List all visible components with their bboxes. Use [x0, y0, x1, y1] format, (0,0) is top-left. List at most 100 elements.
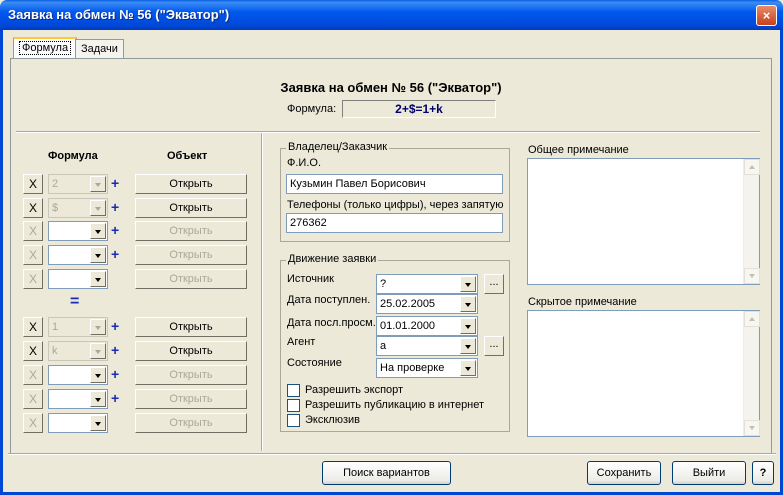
- open-object-button[interactable]: Открыть: [135, 269, 247, 289]
- chevron-down-icon[interactable]: [90, 247, 106, 263]
- tab-formula[interactable]: Формула: [13, 37, 78, 59]
- open-object-button[interactable]: Открыть: [135, 365, 247, 385]
- source-browse-button[interactable]: ...: [484, 274, 504, 294]
- agent-select[interactable]: a: [376, 336, 478, 356]
- agent-browse-button[interactable]: ...: [484, 336, 504, 356]
- plus-sign: +: [111, 222, 120, 238]
- scroll-up-icon[interactable]: [744, 311, 760, 327]
- remove-row-button[interactable]: X: [23, 245, 43, 265]
- fio-field[interactable]: Кузьмин Павел Борисович: [286, 174, 503, 194]
- owner-group-legend: Владелец/Заказчик: [286, 141, 390, 153]
- chevron-down-icon[interactable]: [90, 223, 106, 239]
- chevron-down-icon[interactable]: [460, 318, 476, 334]
- exit-button[interactable]: Выйти: [672, 461, 746, 485]
- open-object-button[interactable]: Открыть: [135, 245, 247, 265]
- scroll-up-icon[interactable]: [744, 159, 760, 175]
- close-icon[interactable]: ×: [756, 5, 777, 26]
- exclusive-checkbox[interactable]: [287, 414, 300, 427]
- save-button[interactable]: Сохранить: [587, 461, 661, 485]
- plus-sign: +: [111, 366, 120, 382]
- open-object-button[interactable]: Открыть: [135, 317, 247, 337]
- scroll-down-icon[interactable]: [744, 420, 760, 436]
- remove-row-button[interactable]: X: [23, 198, 43, 218]
- formula-operand-combo[interactable]: 1: [48, 317, 108, 337]
- formula-column-header: Формула: [48, 150, 98, 162]
- phones-label: Телефоны (только цифры), через запятую: [287, 199, 504, 211]
- remove-row-button[interactable]: X: [23, 365, 43, 385]
- chevron-down-icon[interactable]: [90, 200, 106, 216]
- remove-row-button[interactable]: X: [23, 341, 43, 361]
- chevron-down-icon[interactable]: [460, 360, 476, 376]
- state-label: Состояние: [287, 357, 342, 369]
- chevron-down-icon[interactable]: [90, 319, 106, 335]
- scrollbar[interactable]: [743, 311, 760, 436]
- open-object-button[interactable]: Открыть: [135, 174, 247, 194]
- remove-row-button[interactable]: X: [23, 174, 43, 194]
- received-date-picker[interactable]: 25.02.2005: [376, 294, 478, 314]
- operand-value: k: [52, 345, 58, 357]
- scrollbar[interactable]: [743, 159, 760, 284]
- open-object-button[interactable]: Открыть: [135, 413, 247, 433]
- plus-sign: +: [111, 175, 120, 191]
- remove-row-button[interactable]: X: [23, 317, 43, 337]
- chevron-down-icon[interactable]: [90, 415, 106, 431]
- search-variants-button[interactable]: Поиск вариантов: [322, 461, 451, 485]
- formula-operand-combo[interactable]: k: [48, 341, 108, 361]
- help-button[interactable]: ?: [752, 461, 774, 485]
- plus-sign: +: [111, 390, 120, 406]
- received-date-value: 25.02.2005: [380, 298, 436, 310]
- open-object-button[interactable]: Открыть: [135, 221, 247, 241]
- formula-operand-combo[interactable]: $: [48, 198, 108, 218]
- chevron-down-icon[interactable]: [460, 296, 476, 312]
- plus-sign: +: [111, 199, 120, 215]
- source-select[interactable]: ?: [376, 274, 478, 294]
- allow-publish-label: Разрешить публикацию в интернет: [305, 399, 485, 411]
- chevron-down-icon[interactable]: [90, 176, 106, 192]
- tab-formula-label: Формула: [19, 41, 72, 55]
- state-select[interactable]: На проверке: [376, 358, 478, 378]
- scroll-down-icon[interactable]: [744, 268, 760, 284]
- remove-row-button[interactable]: X: [23, 389, 43, 409]
- state-value: На проверке: [380, 362, 445, 374]
- agent-label: Агент: [287, 336, 316, 348]
- last-view-date-picker[interactable]: 01.01.2000: [376, 316, 478, 336]
- open-object-button[interactable]: Открыть: [135, 389, 247, 409]
- formula-operand-combo[interactable]: [48, 413, 108, 433]
- formula-operand-combo[interactable]: 2: [48, 174, 108, 194]
- remove-row-button[interactable]: X: [23, 413, 43, 433]
- chevron-down-icon[interactable]: [90, 343, 106, 359]
- formula-operand-combo[interactable]: [48, 269, 108, 289]
- operand-value: 1: [52, 321, 59, 333]
- plus-sign: +: [111, 342, 120, 358]
- allow-export-label: Разрешить экспорт: [305, 384, 404, 396]
- operand-value: $: [52, 202, 59, 214]
- plus-sign: +: [111, 318, 120, 334]
- allow-export-checkbox[interactable]: [287, 384, 300, 397]
- chevron-down-icon[interactable]: [460, 276, 476, 292]
- formula-operand-combo[interactable]: [48, 221, 108, 241]
- formula-operand-combo[interactable]: [48, 365, 108, 385]
- formula-operand-combo[interactable]: [48, 245, 108, 265]
- last-view-date-label: Дата посл.просм.: [287, 317, 376, 329]
- chevron-down-icon[interactable]: [90, 367, 106, 383]
- remove-row-button[interactable]: X: [23, 221, 43, 241]
- tab-tasks[interactable]: Задачи: [75, 39, 124, 58]
- fio-label: Ф.И.О.: [287, 157, 321, 169]
- chevron-down-icon[interactable]: [460, 338, 476, 354]
- phones-field[interactable]: 276362: [286, 213, 503, 233]
- allow-publish-checkbox[interactable]: [287, 399, 300, 412]
- chevron-down-icon[interactable]: [90, 271, 106, 287]
- formula-operand-combo[interactable]: [48, 389, 108, 409]
- open-object-button[interactable]: Открыть: [135, 198, 247, 218]
- chevron-down-icon[interactable]: [90, 391, 106, 407]
- window-title: Заявка на обмен № 56 ("Экватор"): [8, 7, 230, 22]
- hidden-note-textarea[interactable]: [527, 310, 760, 437]
- general-note-textarea[interactable]: [527, 158, 760, 285]
- remove-row-button[interactable]: X: [23, 269, 43, 289]
- operand-value: 2: [52, 178, 59, 190]
- plus-sign: +: [111, 246, 120, 262]
- agent-value: a: [380, 340, 387, 352]
- open-object-button[interactable]: Открыть: [135, 341, 247, 361]
- last-view-date-value: 01.01.2000: [380, 320, 436, 332]
- header-divider: [16, 131, 760, 133]
